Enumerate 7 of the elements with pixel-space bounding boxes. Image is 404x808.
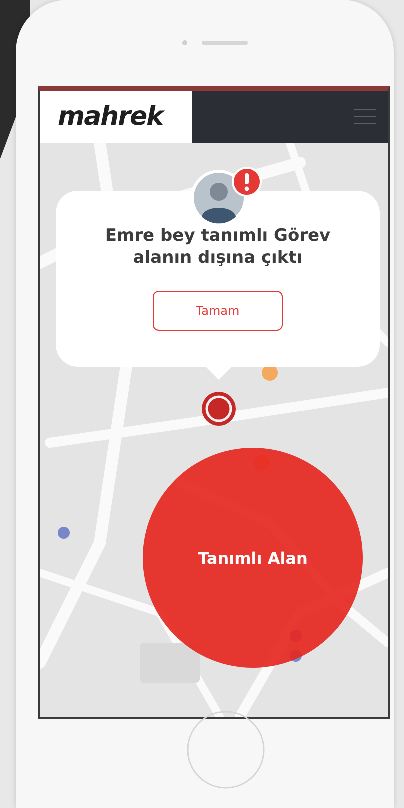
zone-label: Tanımlı Alan	[198, 548, 308, 568]
location-pin-icon[interactable]	[201, 391, 237, 427]
home-button-icon[interactable]	[186, 710, 266, 790]
ok-button[interactable]: Tamam	[153, 291, 283, 331]
logo: mahrek	[58, 102, 163, 132]
speaker-icon	[182, 40, 248, 46]
alert-message: Emre bey tanımlı Görev alanın dışına çıktı	[104, 225, 332, 269]
